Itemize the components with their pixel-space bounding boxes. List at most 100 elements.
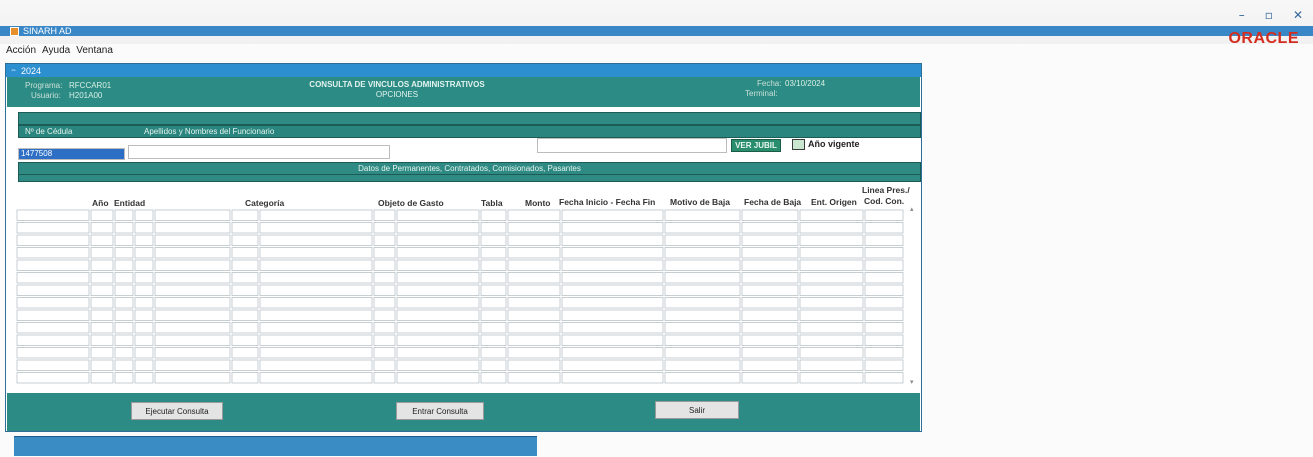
grid-cell[interactable]	[561, 334, 664, 346]
grid-cell[interactable]	[134, 359, 154, 371]
grid-cell[interactable]	[90, 309, 114, 321]
grid-cell[interactable]	[741, 222, 799, 234]
grid-cell[interactable]	[114, 359, 134, 371]
grid-cell[interactable]	[664, 222, 741, 234]
grid-cell[interactable]	[373, 359, 396, 371]
grid-cell[interactable]	[373, 322, 396, 334]
grid-cell[interactable]	[16, 334, 90, 346]
grid-cell[interactable]	[507, 247, 561, 259]
grid-cell[interactable]	[741, 372, 799, 384]
grid-cell[interactable]	[864, 209, 904, 221]
grid-cell[interactable]	[114, 259, 134, 271]
grid-cell[interactable]	[259, 347, 373, 359]
grid-cell[interactable]	[154, 222, 231, 234]
grid-cell[interactable]	[154, 359, 231, 371]
grid-cell[interactable]	[664, 347, 741, 359]
grid-cell[interactable]	[373, 234, 396, 246]
grid-cell[interactable]	[373, 284, 396, 296]
grid-cell[interactable]	[90, 272, 114, 284]
grid-cell[interactable]	[16, 222, 90, 234]
grid-cell[interactable]	[561, 284, 664, 296]
grid-cell[interactable]	[507, 234, 561, 246]
grid-cell[interactable]	[480, 222, 507, 234]
grid-cell[interactable]	[231, 334, 259, 346]
grid-cell[interactable]	[134, 297, 154, 309]
grid-cell[interactable]	[396, 272, 480, 284]
grid-cell[interactable]	[114, 209, 134, 221]
grid-cell[interactable]	[16, 259, 90, 271]
grid-cell[interactable]	[561, 309, 664, 321]
grid-cell[interactable]	[373, 372, 396, 384]
grid-cell[interactable]	[90, 322, 114, 334]
grid-cell[interactable]	[90, 347, 114, 359]
grid-cell[interactable]	[799, 272, 864, 284]
salir-button[interactable]: Salir	[655, 401, 739, 419]
menu-ventana[interactable]: Ventana	[76, 45, 113, 56]
maximize-icon[interactable]: ▫	[1265, 8, 1273, 22]
grid-cell[interactable]	[864, 259, 904, 271]
grid-cell[interactable]	[864, 284, 904, 296]
grid-cell[interactable]	[799, 347, 864, 359]
grid-cell[interactable]	[259, 247, 373, 259]
grid-cell[interactable]	[561, 372, 664, 384]
close-icon[interactable]: ✕	[1293, 8, 1303, 22]
menu-accion[interactable]: Acción	[6, 45, 36, 56]
grid-cell[interactable]	[664, 309, 741, 321]
anio-vigente-checkbox[interactable]	[792, 139, 805, 150]
ver-jubil-button[interactable]: VER JUBIL	[731, 139, 781, 152]
grid-cell[interactable]	[16, 309, 90, 321]
grid-cell[interactable]	[561, 259, 664, 271]
grid-cell[interactable]	[480, 309, 507, 321]
grid-cell[interactable]	[114, 222, 134, 234]
grid-cell[interactable]	[16, 234, 90, 246]
grid-cell[interactable]	[134, 309, 154, 321]
grid-cell[interactable]	[664, 359, 741, 371]
grid-cell[interactable]	[864, 334, 904, 346]
grid-cell[interactable]	[480, 247, 507, 259]
grid-cell[interactable]	[373, 247, 396, 259]
grid-cell[interactable]	[664, 334, 741, 346]
grid-cell[interactable]	[90, 222, 114, 234]
scroll-up-icon[interactable]: ▴	[910, 205, 914, 213]
grid-cell[interactable]	[561, 359, 664, 371]
grid-cell[interactable]	[664, 322, 741, 334]
grid-cell[interactable]	[561, 222, 664, 234]
grid-cell[interactable]	[396, 309, 480, 321]
grid-cell[interactable]	[864, 372, 904, 384]
grid-cell[interactable]	[507, 209, 561, 221]
grid-cell[interactable]	[480, 284, 507, 296]
grid-cell[interactable]	[373, 209, 396, 221]
grid-cell[interactable]	[259, 309, 373, 321]
grid-cell[interactable]	[231, 222, 259, 234]
grid-cell[interactable]	[259, 284, 373, 296]
grid-cell[interactable]	[373, 309, 396, 321]
grid-cell[interactable]	[799, 259, 864, 271]
grid-cell[interactable]	[741, 322, 799, 334]
grid-cell[interactable]	[16, 209, 90, 221]
grid-cell[interactable]	[154, 272, 231, 284]
grid-cell[interactable]	[480, 209, 507, 221]
grid-cell[interactable]	[561, 234, 664, 246]
grid-cell[interactable]	[396, 234, 480, 246]
grid-cell[interactable]	[664, 259, 741, 271]
grid-cell[interactable]	[114, 347, 134, 359]
grid-cell[interactable]	[259, 322, 373, 334]
grid-cell[interactable]	[664, 209, 741, 221]
grid-cell[interactable]	[507, 284, 561, 296]
grid-cell[interactable]	[16, 297, 90, 309]
grid-cell[interactable]	[90, 284, 114, 296]
grid-cell[interactable]	[799, 247, 864, 259]
grid-cell[interactable]	[664, 297, 741, 309]
grid-cell[interactable]	[507, 334, 561, 346]
grid-cell[interactable]	[373, 259, 396, 271]
grid-cell[interactable]	[114, 284, 134, 296]
grid-cell[interactable]	[231, 247, 259, 259]
grid-cell[interactable]	[16, 359, 90, 371]
grid-cell[interactable]	[373, 222, 396, 234]
grid-cell[interactable]	[259, 209, 373, 221]
grid-cell[interactable]	[507, 347, 561, 359]
grid-cell[interactable]	[90, 372, 114, 384]
grid-cell[interactable]	[114, 234, 134, 246]
grid-cell[interactable]	[741, 247, 799, 259]
grid-cell[interactable]	[864, 322, 904, 334]
